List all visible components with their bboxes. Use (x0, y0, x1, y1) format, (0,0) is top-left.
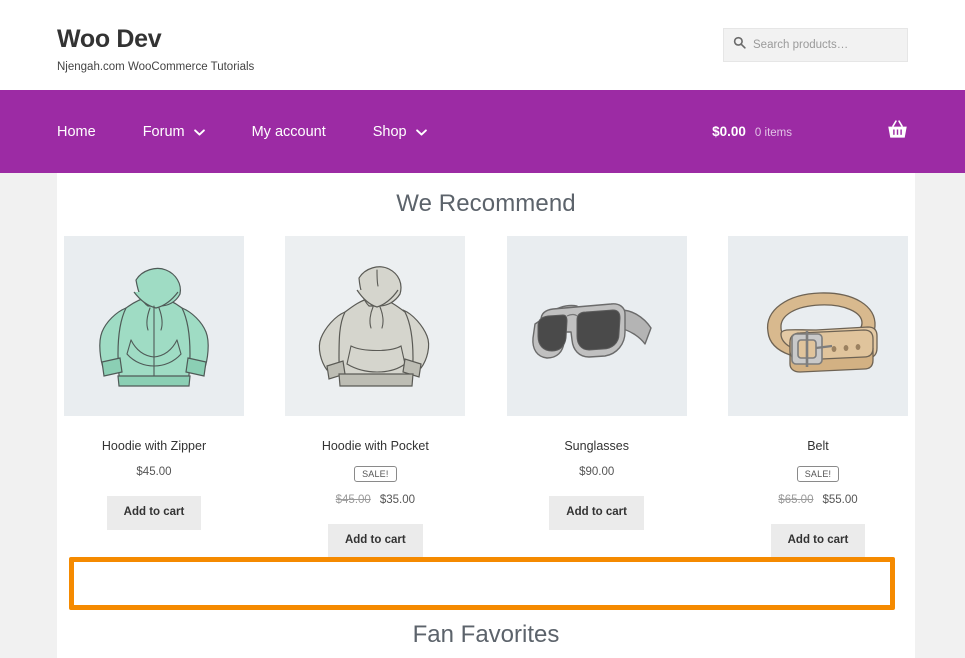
sale-badge: SALE! (354, 466, 397, 483)
search-area (723, 0, 908, 62)
page-root: Woo Dev Njengah.com WooCommerce Tutorial… (0, 0, 965, 658)
product-price: $45.00 $35.00 (285, 494, 465, 506)
primary-navigation: Home Forum My account Shop $0.00 0 items (0, 90, 965, 173)
product-price: $45.00 (64, 466, 244, 478)
product-price-current: $90.00 (579, 466, 615, 479)
nav-item-forum[interactable]: Forum (143, 118, 205, 146)
product-price-current: $35.00 (379, 494, 416, 507)
nav-item-home[interactable]: Home (57, 118, 96, 146)
product-grid: Hoodie with Zipper $45.00 Add to cart Ho… (57, 218, 915, 558)
product-search-form[interactable] (723, 28, 908, 62)
chevron-down-icon[interactable] (193, 124, 205, 140)
add-to-cart-button[interactable]: Add to cart (106, 496, 202, 530)
nav-item-label: My account (251, 123, 326, 140)
cart-item-count: 0 items (754, 127, 792, 139)
product-price-current: $45.00 (136, 466, 172, 479)
site-title[interactable]: Woo Dev (57, 25, 254, 54)
cart-total: $0.00 (712, 124, 746, 139)
product-price: $65.00 $55.00 (728, 494, 908, 506)
product-image-hoodie-with-pocket[interactable] (285, 236, 466, 416)
product-title[interactable]: Hoodie with Zipper (64, 438, 244, 454)
cart-area: $0.00 0 items (712, 119, 908, 144)
product-card[interactable]: Belt SALE! $65.00 $55.00 Add to cart (727, 236, 908, 558)
nav-item-my-account[interactable]: My account (252, 118, 326, 146)
branding[interactable]: Woo Dev Njengah.com WooCommerce Tutorial… (57, 0, 254, 74)
product-image-sunglasses[interactable] (506, 236, 687, 416)
nav-item-shop[interactable]: Shop (373, 118, 427, 146)
product-price-original: $65.00 (778, 494, 814, 507)
sale-badge: SALE! (796, 466, 840, 483)
chevron-down-icon[interactable] (415, 124, 427, 140)
nav-item-label: Shop (372, 123, 407, 140)
nav-item-label: Home (57, 123, 96, 140)
product-card[interactable]: Hoodie with Pocket SALE! $45.00 $35.00 A… (285, 236, 466, 558)
nav-menu: Home Forum My account Shop (57, 118, 427, 146)
highlight-annotation-box (69, 557, 895, 610)
product-price: $90.00 (507, 466, 687, 478)
product-image-hoodie-with-zipper[interactable] (64, 236, 244, 416)
main-content: We Recommend Hoodie with Zipper $45.00 A… (57, 173, 915, 658)
product-title[interactable]: Belt (728, 438, 908, 454)
shopping-basket-icon[interactable] (887, 119, 908, 144)
add-to-cart-button[interactable]: Add to cart (549, 496, 644, 530)
cart-summary-link[interactable]: $0.00 0 items (712, 124, 792, 139)
product-card[interactable]: Hoodie with Zipper $45.00 Add to cart (64, 236, 244, 558)
add-to-cart-button[interactable]: Add to cart (327, 524, 423, 558)
site-tagline: Njengah.com WooCommerce Tutorials (57, 60, 255, 73)
product-price-current: $55.00 (822, 494, 858, 507)
product-price-original: $45.00 (335, 494, 371, 507)
nav-item-label: Forum (142, 123, 185, 140)
product-card[interactable]: Sunglasses $90.00 Add to cart (506, 236, 687, 558)
product-image-belt[interactable] (727, 236, 908, 416)
search-input[interactable] (753, 39, 898, 51)
product-title[interactable]: Hoodie with Pocket (285, 438, 465, 454)
search-icon (733, 36, 746, 54)
section-title-fan-favorites: Fan Favorites (412, 621, 560, 648)
add-to-cart-button[interactable]: Add to cart (770, 524, 866, 558)
product-title[interactable]: Sunglasses (507, 438, 687, 454)
site-header: Woo Dev Njengah.com WooCommerce Tutorial… (0, 0, 965, 90)
section-title-we-recommend: We Recommend (396, 190, 576, 217)
